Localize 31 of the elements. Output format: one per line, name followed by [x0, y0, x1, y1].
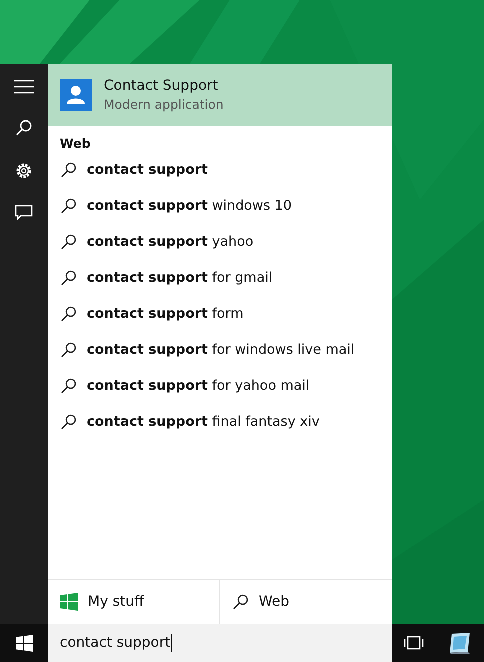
- windows-logo-icon: [60, 593, 78, 611]
- search-suggestion[interactable]: contact support form: [87, 306, 244, 322]
- app-title: Contact Support: [104, 78, 220, 94]
- search-icon: [232, 594, 249, 610]
- search-suggestion[interactable]: contact support for yahoo mail: [87, 378, 310, 394]
- search-icon: [60, 342, 77, 358]
- search-suggestion[interactable]: contact support final fantasy xiv: [87, 414, 320, 430]
- search-suggestion[interactable]: contact support for gmail: [87, 270, 273, 286]
- search-icon: [60, 162, 77, 178]
- section-heading: Web: [59, 135, 92, 152]
- app-result[interactable]: Contact Support Modern application: [48, 64, 392, 126]
- search-icon: [60, 234, 77, 250]
- search-suggestion[interactable]: contact support: [87, 162, 208, 178]
- app-subtitle: Modern application: [104, 97, 224, 112]
- settings-icon[interactable]: [15, 162, 33, 180]
- windows-logo-icon[interactable]: [16, 634, 32, 652]
- person-icon: [60, 79, 92, 111]
- search-icon: [60, 414, 77, 430]
- search-icon: [60, 306, 77, 322]
- search-suggestion[interactable]: contact support yahoo: [87, 234, 254, 250]
- search-suggestion[interactable]: contact support for windows live mail: [87, 342, 355, 358]
- search-icon: [60, 198, 77, 214]
- search-field[interactable]: contact support: [48, 624, 392, 662]
- search-icon[interactable]: [15, 119, 33, 137]
- search-icon: [60, 270, 77, 286]
- task-view-icon[interactable]: [404, 636, 424, 650]
- menu-icon[interactable]: [14, 80, 34, 94]
- search-suggestion[interactable]: contact support windows 10: [87, 198, 292, 214]
- search-icon: [60, 378, 77, 394]
- feedback-icon[interactable]: [15, 205, 33, 221]
- notepad-icon[interactable]: [448, 632, 472, 654]
